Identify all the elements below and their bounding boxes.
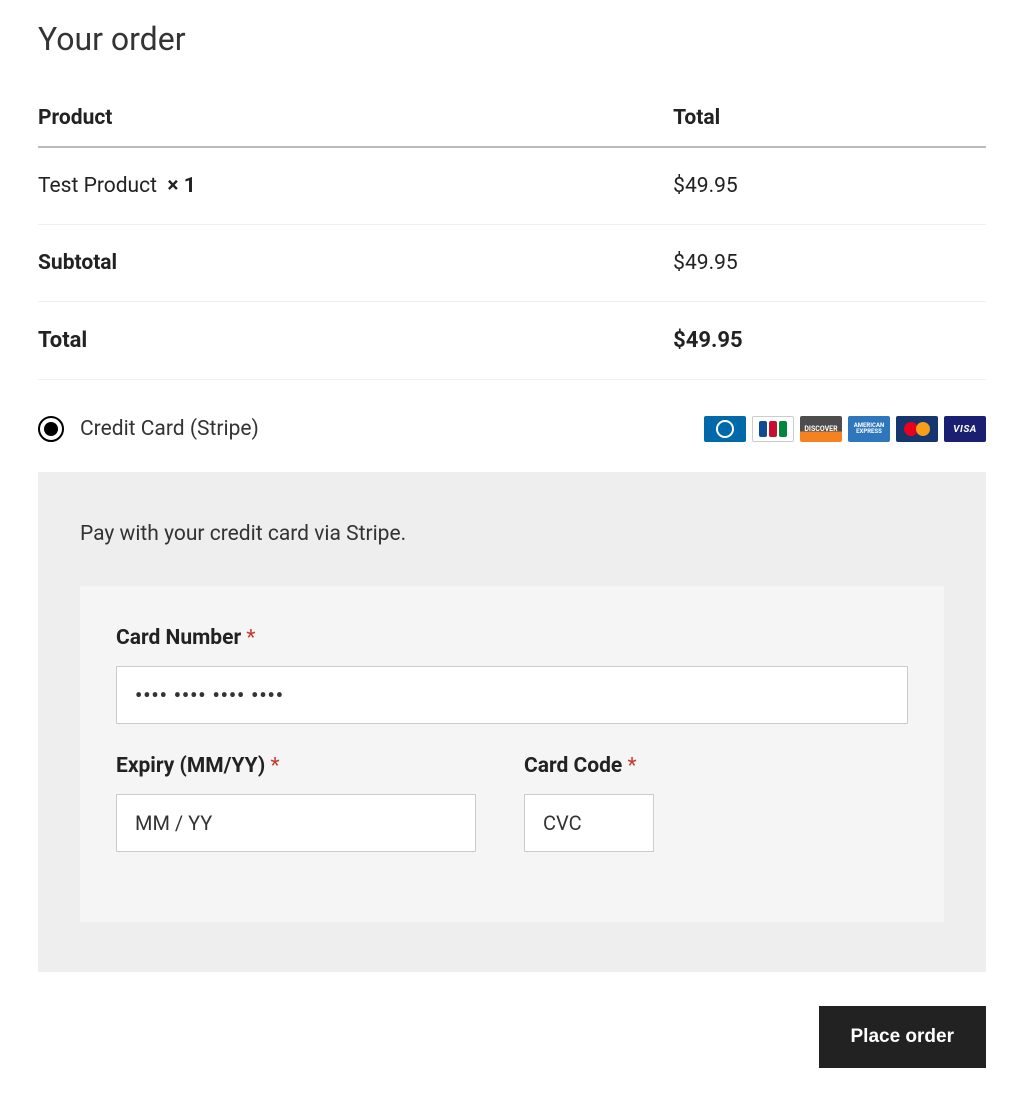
order-review-table: Product Total Test Product × 1 $49.95 Su… [38,90,986,380]
total-row: Total $49.95 [38,302,986,380]
payment-option-stripe[interactable]: Credit Card (Stripe) DISCOVER AMERICANEX… [38,410,986,454]
amex-icon: AMERICANEXPRESS [848,416,890,442]
jcb-icon [752,416,794,442]
header-total: Total [673,90,986,147]
visa-icon: VISA [944,416,986,442]
required-asterisk: * [246,626,255,650]
payment-methods: Credit Card (Stripe) DISCOVER AMERICANEX… [38,410,986,972]
order-item-row: Test Product × 1 $49.95 [38,147,986,225]
order-heading: Your order [38,20,986,58]
card-number-label: Card Number * [116,626,908,650]
product-name: Test Product [38,174,157,198]
discover-icon: DISCOVER [800,416,842,442]
card-number-input[interactable] [116,666,908,724]
product-total: $49.95 [673,147,986,225]
required-asterisk: * [628,754,637,778]
qty-prefix: × [167,174,183,198]
subtotal-row: Subtotal $49.95 [38,225,986,302]
product-qty: 1 [184,174,196,198]
required-asterisk: * [270,754,279,778]
payment-description: Pay with your credit card via Stripe. [80,522,944,546]
cvc-input[interactable] [524,794,654,852]
place-order-button[interactable]: Place order [819,1006,987,1068]
radio-selected-icon[interactable] [38,416,64,442]
total-value: $49.95 [673,302,986,380]
mastercard-icon [896,416,938,442]
expiry-input[interactable] [116,794,476,852]
card-brand-icons: DISCOVER AMERICANEXPRESS VISA [704,416,986,442]
payment-box: Pay with your credit card via Stripe. Ca… [38,472,986,972]
total-label: Total [38,302,673,380]
subtotal-label: Subtotal [38,225,673,302]
expiry-label: Expiry (MM/YY) * [116,754,476,778]
header-product: Product [38,90,673,147]
payment-method-label: Credit Card (Stripe) [80,417,259,441]
card-form: Card Number * Expiry (MM/YY) * Card Code… [80,586,944,922]
diners-club-icon [704,416,746,442]
subtotal-value: $49.95 [673,225,986,302]
cvc-label: Card Code * [524,754,654,778]
